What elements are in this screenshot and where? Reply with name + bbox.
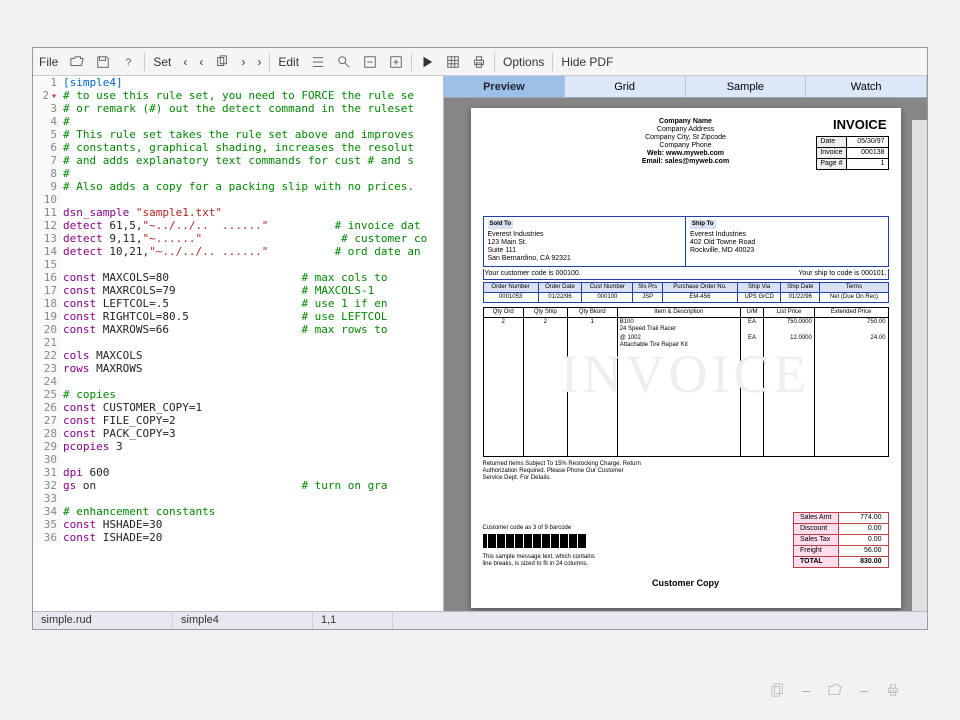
list-icon[interactable] xyxy=(305,48,331,75)
barcode-label: Customer code as 3 of 9 barcode xyxy=(483,525,603,532)
preview-tabs: PreviewGridSampleWatch xyxy=(444,76,927,98)
code-row: Your customer code is 000100.Your ship t… xyxy=(483,269,889,280)
order-header-table: Order NumberOrder DateCust NumberSls Prs… xyxy=(483,282,889,303)
options-menu[interactable]: Options xyxy=(497,48,550,75)
grid-icon[interactable] xyxy=(440,48,466,75)
set-menu[interactable]: Set xyxy=(147,48,177,75)
tab-sample[interactable]: Sample xyxy=(686,76,807,97)
search-icon[interactable] xyxy=(331,48,357,75)
ship-to-label: Ship To xyxy=(690,220,716,229)
next-icon[interactable]: › xyxy=(235,48,251,75)
copy-outline-icon xyxy=(770,683,784,697)
print-outline-icon xyxy=(886,683,900,697)
copy-icon[interactable] xyxy=(209,48,235,75)
save-icon[interactable] xyxy=(90,48,116,75)
preview-scrollbar[interactable] xyxy=(912,120,927,611)
tab-watch[interactable]: Watch xyxy=(806,76,927,97)
collapse-icon[interactable] xyxy=(357,48,383,75)
ghost-icon-row: – – xyxy=(770,682,900,698)
preview-viewport[interactable]: Company Name Company Address Company Cit… xyxy=(444,98,927,611)
main-toolbar: File ? Set ‹ ‹ › › Edit Options Hide PDF xyxy=(33,48,927,76)
address-row: Sold To Everest Industries123 Main St.Su… xyxy=(483,216,889,267)
open-icon[interactable] xyxy=(64,48,90,75)
prev-icon[interactable]: ‹ xyxy=(193,48,209,75)
svg-text:?: ? xyxy=(126,56,132,68)
hide-pdf-button[interactable]: Hide PDF xyxy=(555,48,619,75)
status-position: 1,1 xyxy=(313,612,393,629)
pdf-page: Company Name Company Address Company Cit… xyxy=(471,108,901,608)
sold-to-label: Sold To xyxy=(488,220,514,229)
expand-icon[interactable] xyxy=(383,48,409,75)
status-bar: simple.rud simple4 1,1 xyxy=(33,611,927,629)
code-editor[interactable]: 12▾3456789101112131415161718192021222324… xyxy=(33,76,443,611)
line-items-table: Qty OrdQty ShipQty BkordItem & Descripti… xyxy=(483,307,889,457)
tab-preview[interactable]: Preview xyxy=(444,76,565,97)
return-note: Returned Items Subject To 15% Restocking… xyxy=(483,461,643,482)
run-icon[interactable] xyxy=(414,48,440,75)
status-section: simple4 xyxy=(173,612,313,629)
preview-pane: PreviewGridSampleWatch Company Name Comp… xyxy=(444,76,927,611)
barcode xyxy=(483,534,603,548)
app-window: File ? Set ‹ ‹ › › Edit Options Hide PDF… xyxy=(32,47,928,630)
help-icon[interactable]: ? xyxy=(116,48,142,75)
print-icon[interactable] xyxy=(466,48,492,75)
last-icon[interactable]: › xyxy=(251,48,267,75)
status-file: simple.rud xyxy=(33,612,173,629)
editor-pane: 12▾3456789101112131415161718192021222324… xyxy=(33,76,444,611)
meta-table: Date05/30/97Invoice000138Page #1 xyxy=(816,136,888,170)
company-block: Company Name Company Address Company Cit… xyxy=(642,118,729,166)
main-split: 12▾3456789101112131415161718192021222324… xyxy=(33,76,927,611)
file-menu[interactable]: File xyxy=(33,48,64,75)
first-icon[interactable]: ‹ xyxy=(177,48,193,75)
totals-table: Sales Amt774.00Discount0.00Sales Tax0.00… xyxy=(793,512,889,568)
invoice-title: INVOICE xyxy=(833,118,886,133)
tab-grid[interactable]: Grid xyxy=(565,76,686,97)
sample-note: This sample message text, which contains… xyxy=(483,554,603,568)
edit-menu[interactable]: Edit xyxy=(272,48,305,75)
folder-outline-icon xyxy=(828,683,842,697)
copy-label: Customer Copy xyxy=(471,578,901,588)
